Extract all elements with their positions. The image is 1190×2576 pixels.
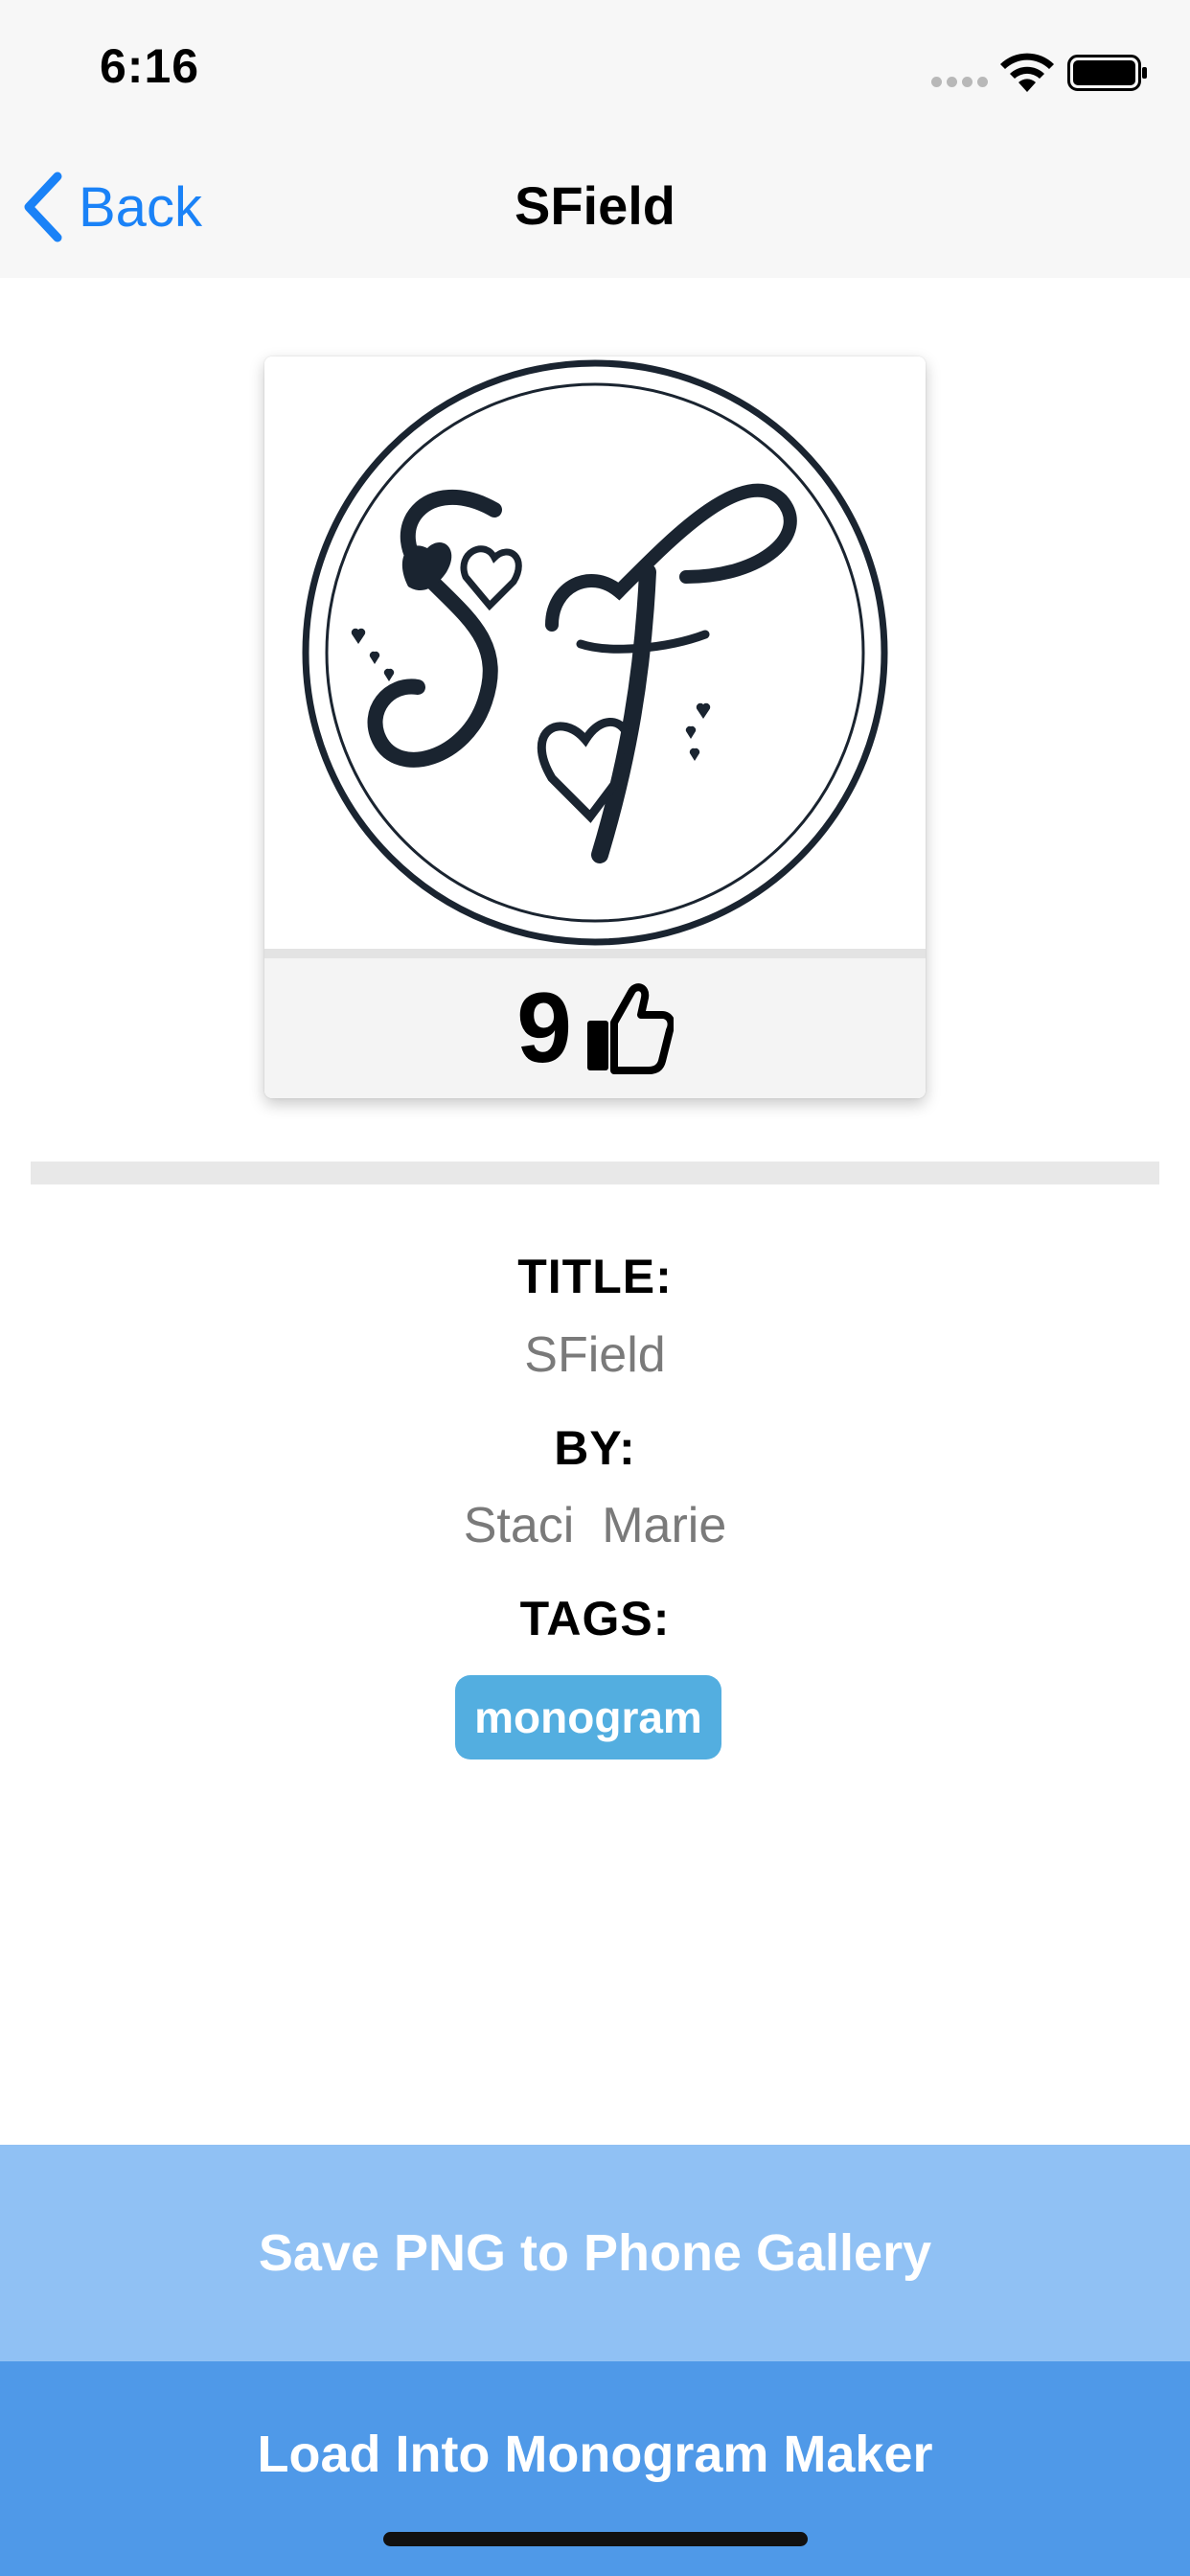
by-label: BY:: [554, 1421, 636, 1475]
home-indicator[interactable]: [383, 2532, 808, 2546]
monogram-card[interactable]: 9: [264, 356, 926, 1098]
monogram-image: [264, 356, 926, 949]
thumbs-up-icon[interactable]: [582, 980, 674, 1076]
status-bar: 6:16: [0, 0, 1190, 126]
title-label: TITLE:: [517, 1250, 673, 1303]
tags-label: TAGS:: [519, 1592, 671, 1645]
like-count: 9: [516, 973, 572, 1084]
like-bar[interactable]: 9: [264, 958, 926, 1098]
battery-icon: [1067, 55, 1147, 91]
author-value: Staci Marie: [463, 1498, 727, 1553]
section-separator: [31, 1162, 1159, 1184]
save-png-button[interactable]: Save PNG to Phone Gallery: [0, 2145, 1190, 2361]
status-time: 6:16: [100, 39, 200, 93]
tag-chip-monogram[interactable]: monogram: [455, 1675, 721, 1760]
title-value: SField: [524, 1327, 666, 1383]
page-title: SField: [514, 175, 676, 236]
navigation-bar: Back SField: [0, 126, 1190, 278]
monogram-artwork: [302, 359, 888, 946]
card-divider: [264, 949, 926, 958]
signal-dots-icon: [931, 77, 989, 88]
wifi-icon: [1000, 53, 1054, 92]
